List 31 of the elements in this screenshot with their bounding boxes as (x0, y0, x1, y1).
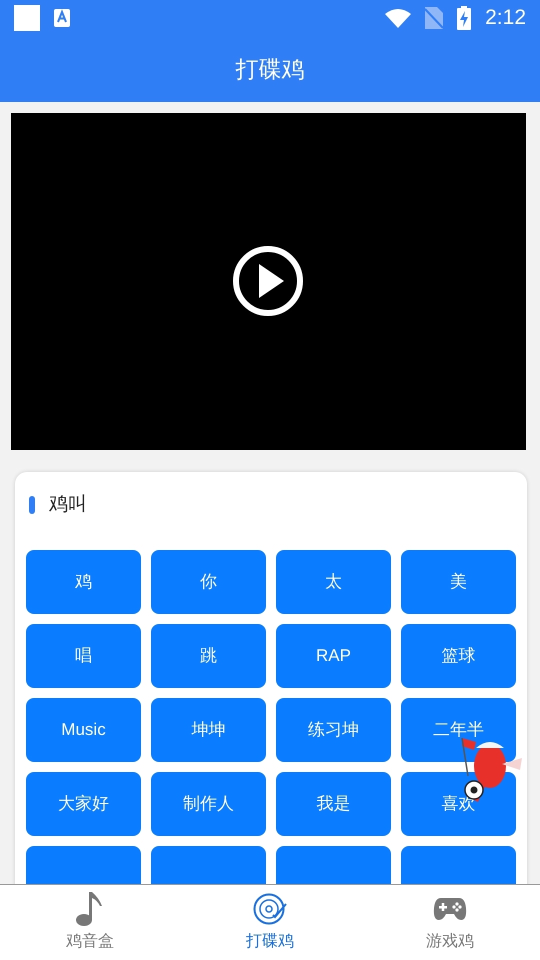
sound-button[interactable]: 跳 (151, 624, 266, 688)
disc-icon (253, 892, 287, 926)
sound-button[interactable]: 我是 (276, 772, 391, 836)
notification-icon (14, 5, 40, 31)
section-title: 鸡叫 (49, 492, 87, 517)
sound-button[interactable]: 练习坤 (276, 698, 391, 762)
clock-time: 2:12 (485, 5, 526, 32)
sound-button[interactable]: 太 (276, 550, 391, 614)
music-note-icon (75, 892, 105, 926)
sound-button[interactable]: 篮球 (401, 624, 516, 688)
no-sim-icon (425, 7, 444, 29)
keyboard-app-icon (54, 9, 70, 27)
sound-button[interactable]: 坤坤 (151, 698, 266, 762)
battery-charging-icon (457, 6, 472, 30)
nav-tab[interactable]: 打碟鸡 (180, 885, 360, 960)
sound-button[interactable]: Music (26, 698, 141, 762)
nav-tab[interactable]: 鸡音盒 (0, 885, 180, 960)
nav-tab[interactable]: 游戏鸡 (360, 885, 540, 960)
sound-button[interactable]: 美 (401, 550, 516, 614)
sound-button[interactable]: 你 (151, 550, 266, 614)
sound-button[interactable]: 喜欢 (401, 772, 516, 836)
gamepad-icon (433, 896, 467, 922)
sound-button[interactable]: 唱 (26, 624, 141, 688)
accent-bar (29, 496, 35, 514)
sound-button[interactable]: 大家好 (26, 772, 141, 836)
sound-button[interactable]: 鸡 (26, 550, 141, 614)
app-title: 打碟鸡 (236, 54, 304, 84)
sound-button[interactable]: 制作人 (151, 772, 266, 836)
wifi-icon (385, 8, 412, 28)
sound-button[interactable]: RAP (276, 624, 391, 688)
sound-button[interactable]: 二年半 (401, 698, 516, 762)
